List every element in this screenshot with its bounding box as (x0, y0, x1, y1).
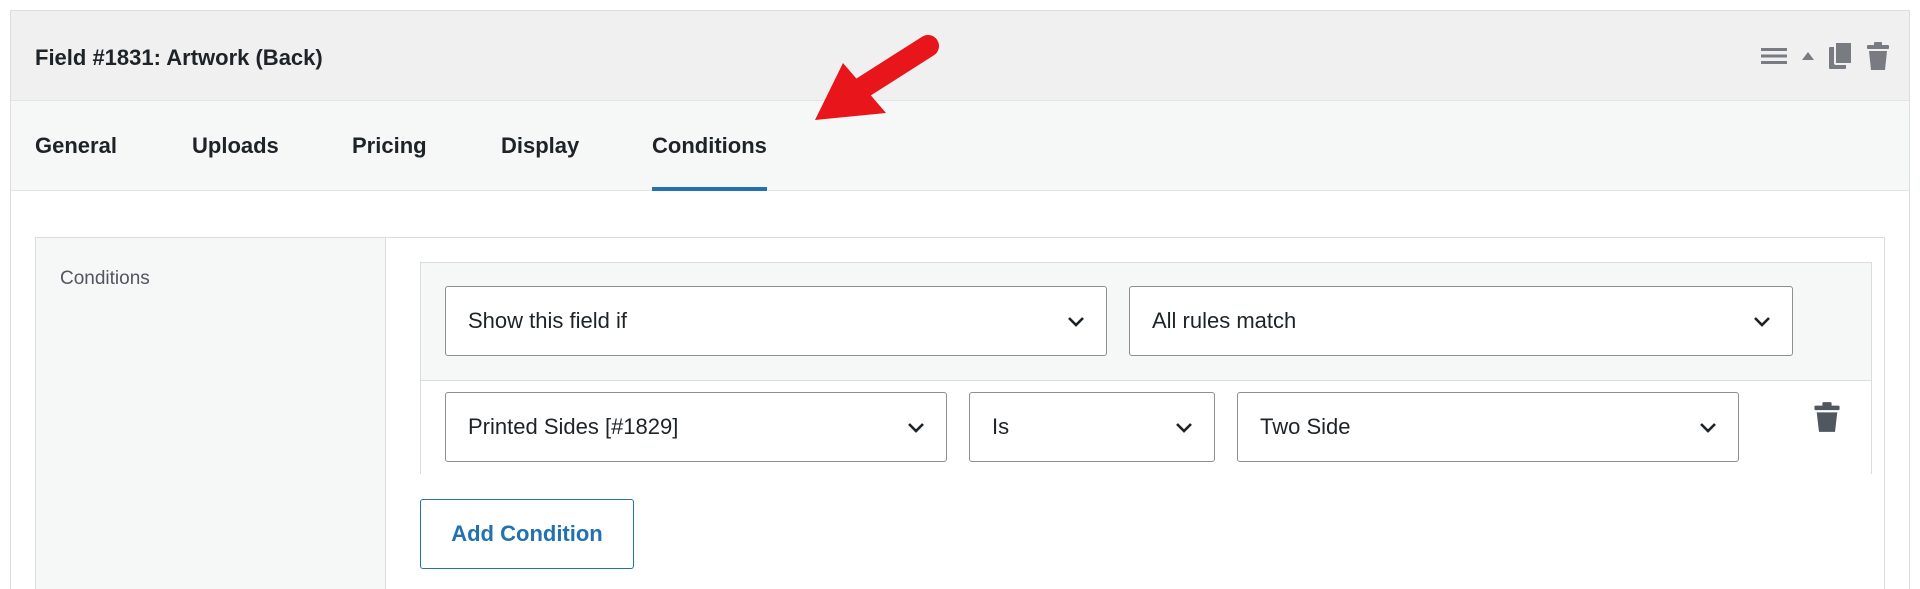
match-select-value: All rules match (1152, 308, 1297, 333)
chevron-down-icon (1176, 423, 1192, 433)
rule-field-select-value: Printed Sides [#1829] (468, 414, 679, 439)
visibility-select-value: Show this field if (468, 308, 627, 333)
delete-rule-trash-icon[interactable] (1813, 401, 1841, 433)
chevron-down-icon (1700, 423, 1716, 433)
tab-uploads[interactable]: Uploads (192, 101, 279, 191)
duplicate-icon[interactable] (1829, 41, 1853, 71)
match-select[interactable]: All rules match (1129, 286, 1793, 356)
chevron-down-icon (1754, 317, 1770, 327)
conditions-table: Conditions Show this field if All rules … (35, 237, 1885, 589)
rule-operator-select-value: Is (992, 414, 1010, 439)
tab-pricing[interactable]: Pricing (352, 101, 427, 191)
conditions-label-column: Conditions (36, 238, 386, 589)
rule-value-select[interactable]: Two Side (1237, 392, 1739, 462)
chevron-down-icon (1068, 317, 1084, 327)
tab-display[interactable]: Display (501, 101, 579, 191)
rule-operator-select[interactable]: Is (969, 392, 1215, 462)
condition-rule-row: Printed Sides [#1829] Is Two Side (421, 381, 1871, 475)
trash-icon[interactable] (1867, 41, 1889, 71)
tab-general[interactable]: General (35, 101, 117, 191)
rule-value-select-value: Two Side (1260, 414, 1351, 439)
tab-conditions[interactable]: Conditions (652, 101, 767, 191)
chevron-down-icon (908, 423, 924, 433)
field-title: Field #1831: Artwork (Back) (35, 45, 323, 70)
add-condition-button[interactable]: Add Condition (420, 499, 634, 569)
header-actions (1761, 41, 1889, 71)
collapse-arrow-icon[interactable] (1801, 50, 1815, 62)
visibility-select[interactable]: Show this field if (445, 286, 1107, 356)
field-panel: Field #1831: Artwork (Back) General Uplo… (10, 10, 1910, 589)
rule-field-select[interactable]: Printed Sides [#1829] (445, 392, 947, 462)
conditions-panel: Conditions Show this field if All rules … (11, 191, 1909, 589)
field-header[interactable]: Field #1831: Artwork (Back) (11, 11, 1909, 101)
drag-handle-icon[interactable] (1761, 46, 1787, 66)
rules-settings: Show this field if All rules match (421, 263, 1871, 381)
field-tabs: General Uploads Pricing Display Conditio… (11, 101, 1909, 191)
rules-box: Show this field if All rules match Print… (420, 262, 1872, 475)
conditions-label: Conditions (60, 268, 150, 289)
